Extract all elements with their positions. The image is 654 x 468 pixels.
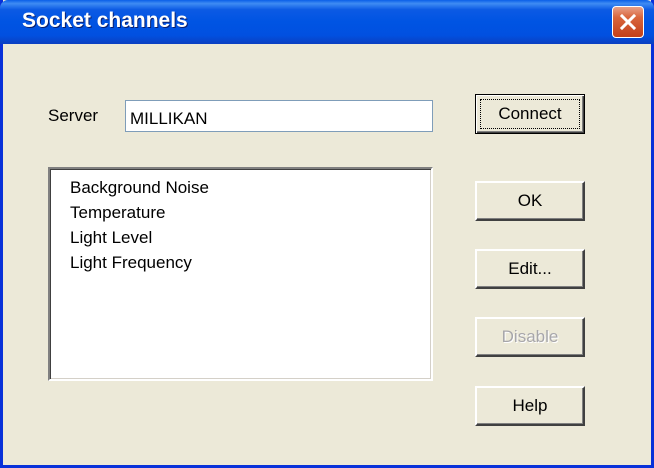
close-button[interactable]	[612, 6, 644, 38]
channel-listbox[interactable]: Background Noise Temperature Light Level…	[48, 167, 433, 381]
list-item[interactable]: Temperature	[70, 200, 431, 225]
server-input[interactable]	[125, 100, 433, 132]
list-item[interactable]: Light Frequency	[70, 250, 431, 275]
socket-channels-dialog: Socket channels Server Background Noise …	[0, 0, 654, 468]
ok-button[interactable]: OK	[475, 181, 585, 221]
title-bar[interactable]: Socket channels	[0, 0, 654, 44]
dialog-title: Socket channels	[22, 9, 188, 32]
close-icon	[619, 13, 637, 31]
help-button[interactable]: Help	[475, 386, 585, 426]
connect-button[interactable]: Connect	[475, 94, 585, 134]
edit-button[interactable]: Edit...	[475, 249, 585, 289]
connect-button-label: Connect	[480, 99, 580, 129]
disable-button: Disable	[475, 317, 585, 357]
server-label: Server	[48, 106, 99, 125]
list-item[interactable]: Light Level	[70, 225, 431, 250]
list-item[interactable]: Background Noise	[70, 175, 431, 200]
